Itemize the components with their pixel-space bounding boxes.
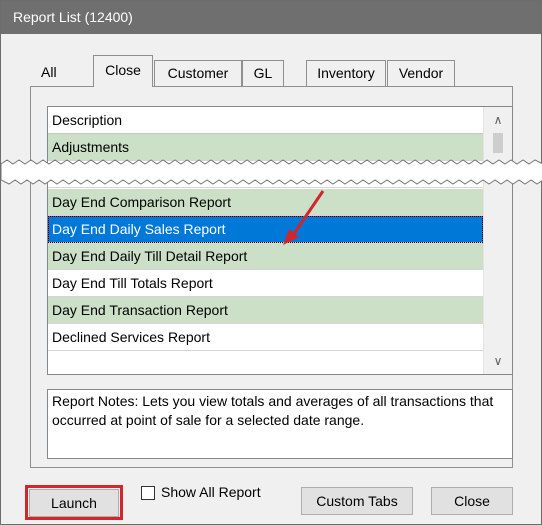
scroll-thumb[interactable] bbox=[493, 133, 503, 153]
list-scrollbar[interactable]: ∧ ∨ bbox=[483, 107, 512, 374]
column-header-description[interactable]: Description bbox=[48, 107, 483, 134]
list-item[interactable]: Day End Transaction Report bbox=[48, 297, 483, 324]
torn-edge-divider bbox=[1, 159, 542, 185]
report-notes: Report Notes: Lets you view totals and a… bbox=[47, 389, 513, 459]
scroll-down-icon[interactable]: ∨ bbox=[484, 349, 512, 373]
list-item[interactable]: Day End Till Totals Report bbox=[48, 270, 483, 297]
list-item[interactable]: Adjustments bbox=[48, 134, 483, 161]
tab-all[interactable]: All bbox=[35, 60, 63, 86]
tab-inventory[interactable]: Inventory bbox=[306, 60, 386, 86]
window-title: Report List (12400) bbox=[1, 1, 541, 34]
tab-customer[interactable]: Customer bbox=[154, 60, 242, 86]
custom-tabs-button[interactable]: Custom Tabs bbox=[301, 487, 413, 515]
list-item[interactable]: Day End Comparison Report bbox=[48, 189, 483, 216]
report-list-window: Report List (12400) All Close Customer G… bbox=[0, 0, 542, 525]
list-item-selected[interactable]: Day End Daily Sales Report bbox=[48, 216, 483, 243]
list-item[interactable]: Declined Services Report bbox=[48, 324, 483, 351]
tab-close[interactable]: Close bbox=[93, 55, 153, 87]
list-item[interactable]: Day End Daily Till Detail Report bbox=[48, 243, 483, 270]
scroll-up-icon[interactable]: ∧ bbox=[484, 108, 512, 132]
tab-vendor[interactable]: Vendor bbox=[387, 60, 455, 86]
show-all-checkbox[interactable] bbox=[141, 486, 155, 500]
tab-gl[interactable]: GL bbox=[242, 60, 284, 86]
show-all-label[interactable]: Show All Report bbox=[161, 484, 261, 500]
annotation-arrow-icon bbox=[283, 190, 325, 245]
close-button[interactable]: Close bbox=[431, 487, 513, 515]
launch-button[interactable]: Launch bbox=[29, 489, 119, 517]
